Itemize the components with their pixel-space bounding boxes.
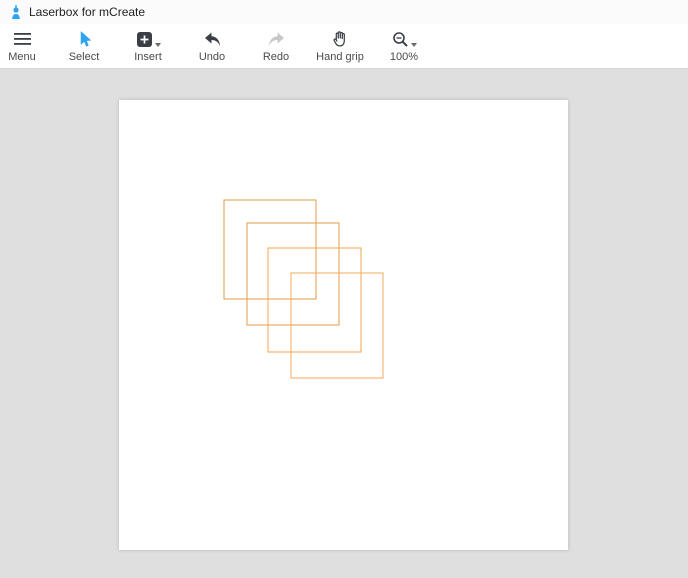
redo-button[interactable]: Redo — [244, 24, 308, 68]
redo-label: Redo — [262, 51, 290, 63]
app-title: Laserbox for mCreate — [29, 5, 146, 19]
square-outline-shape[interactable] — [246, 222, 340, 326]
title-bar: Laserbox for mCreate — [0, 0, 688, 24]
insert-label: Insert — [134, 51, 162, 63]
undo-label: Undo — [198, 51, 226, 63]
square-outline-shape[interactable] — [223, 199, 317, 300]
select-label: Select — [68, 51, 100, 63]
insert-shape-icon — [136, 31, 153, 48]
hamburger-menu-icon — [13, 28, 31, 50]
undo-button[interactable]: Undo — [180, 24, 244, 68]
zoom-dropdown-caret-icon — [410, 43, 417, 47]
zoom-level-label: 100% — [389, 51, 419, 63]
main-toolbar: Menu Select Insert Undo Redo Hand grip 1… — [0, 24, 688, 69]
hand-grip-label: Hand grip — [316, 51, 364, 63]
design-canvas[interactable] — [119, 100, 568, 550]
cursor-select-icon — [75, 28, 93, 50]
menu-button[interactable]: Menu — [0, 24, 44, 68]
menu-label: Menu — [8, 51, 36, 63]
magnifier-zoom-icon — [392, 31, 409, 48]
redo-arrow-icon — [267, 28, 286, 50]
select-tool-button[interactable]: Select — [52, 24, 116, 68]
hand-grip-icon — [331, 28, 349, 50]
zoom-button[interactable]: 100% — [372, 24, 436, 68]
workspace — [0, 69, 688, 577]
undo-arrow-icon — [203, 28, 222, 50]
canvas-shapes — [223, 199, 384, 379]
hand-grip-button[interactable]: Hand grip — [308, 24, 372, 68]
insert-tool-button[interactable]: Insert — [116, 24, 180, 68]
app-logo-icon — [10, 4, 22, 20]
insert-dropdown-caret-icon — [154, 43, 161, 47]
square-outline-shape[interactable] — [267, 247, 362, 353]
